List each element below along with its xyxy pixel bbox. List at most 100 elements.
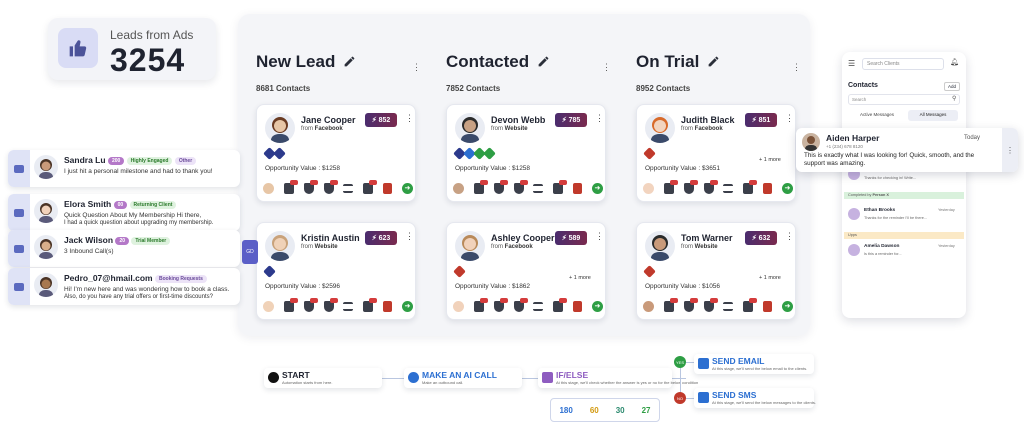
message-item[interactable]: Sandra Lu 200 Highly Engaged Other I jus…: [8, 150, 240, 187]
flow-node-ai-call[interactable]: MAKE AN AI CALL Make an outbound call.: [404, 368, 522, 388]
menu-icon[interactable]: ☰: [848, 59, 855, 68]
trash-icon[interactable]: [383, 300, 393, 312]
trash-icon[interactable]: [763, 182, 773, 194]
trash-icon[interactable]: [763, 300, 773, 312]
edit-icon[interactable]: [537, 53, 550, 73]
contact-name[interactable]: Judith Black: [681, 115, 735, 125]
note-icon[interactable]: [283, 179, 298, 194]
kebab-icon[interactable]: ⋮: [595, 113, 604, 124]
trash-icon[interactable]: [573, 300, 583, 312]
arrow-right-icon[interactable]: ➜: [591, 300, 603, 312]
column-title-new-lead[interactable]: New Lead: [256, 52, 356, 73]
shield-icon[interactable]: [323, 297, 338, 312]
phone-search-input[interactable]: Search Clients: [862, 58, 944, 70]
arrow-right-icon[interactable]: ➜: [591, 182, 603, 194]
arrow-right-icon[interactable]: ➜: [401, 182, 413, 194]
phone-conversation-item[interactable]: Ethan Brooks Yesterday Thanks for the re…: [842, 204, 966, 240]
column-menu-icon[interactable]: ⋮: [412, 62, 421, 73]
checklist-icon[interactable]: [723, 301, 734, 311]
contact-name[interactable]: Ashley Cooper: [491, 233, 555, 243]
contact-card[interactable]: Jane Cooper from Facebook ⚡︎ 852 ⋮ Opport…: [256, 104, 416, 202]
message-item[interactable]: Pedro_07@hmail.com Booking Requests Hi! …: [8, 268, 240, 305]
flow-node-start[interactable]: START Automation starts from here.: [264, 368, 382, 388]
more-tags-link[interactable]: + 1 more: [569, 275, 591, 281]
shield-icon[interactable]: [703, 179, 718, 194]
note-icon[interactable]: [473, 297, 488, 312]
contact-name[interactable]: Devon Webb: [491, 115, 545, 125]
more-tags-link[interactable]: + 1 more: [759, 157, 781, 163]
task-icon[interactable]: [683, 297, 698, 312]
contact-search-input[interactable]: Search: [848, 94, 960, 105]
phone-conversation-item[interactable]: Amelia Dawson Yesterday Is this a remind…: [842, 240, 966, 276]
note-icon[interactable]: [283, 297, 298, 312]
task-icon[interactable]: [493, 179, 508, 194]
tab-all-messages[interactable]: All Messages: [908, 110, 958, 121]
opportunity-value: Opportunity Value : $1258: [265, 165, 341, 172]
flow-node-send-sms[interactable]: SEND SMS At this stage, we'll send the b…: [694, 388, 816, 408]
avatar: [802, 133, 820, 151]
more-tags-link[interactable]: + 1 more: [759, 275, 781, 281]
bell-icon[interactable]: 🔔︎: [950, 58, 959, 66]
contact-card[interactable]: Judith Black from Facebook ⚡︎ 851 ⋮ + 1 m…: [636, 104, 796, 202]
note-icon[interactable]: [663, 179, 678, 194]
document-icon[interactable]: [743, 179, 758, 194]
trash-icon[interactable]: [383, 182, 393, 194]
shield-icon[interactable]: [513, 179, 528, 194]
task-icon[interactable]: [303, 297, 318, 312]
arrow-right-icon[interactable]: ➜: [781, 300, 793, 312]
chat-popup[interactable]: Aiden Harper +1 (234) 678 8120 Today Thi…: [796, 128, 1018, 172]
kebab-icon[interactable]: ⋮: [785, 231, 794, 242]
kebab-icon[interactable]: ⋮: [1002, 128, 1018, 172]
contact-name[interactable]: Tom Warner: [681, 233, 733, 243]
node-title: SEND SMS: [712, 390, 757, 400]
edit-icon[interactable]: [707, 53, 720, 73]
add-button[interactable]: Add: [944, 82, 961, 91]
task-icon[interactable]: [683, 179, 698, 194]
tab-active-messages[interactable]: Active Messages: [850, 112, 904, 117]
document-icon[interactable]: [553, 179, 568, 194]
checklist-icon[interactable]: [533, 183, 544, 193]
document-icon[interactable]: [363, 179, 378, 194]
contact-card[interactable]: Ashley Cooper from Facebook ⚡︎ 589 ⋮ + 1 …: [446, 222, 606, 320]
message-item[interactable]: Jack Wilson 20 Trial Member 3 Inbound Ca…: [8, 230, 240, 267]
message-item[interactable]: Elora Smith 00 Returning Client Quick Qu…: [8, 194, 240, 231]
kebab-icon[interactable]: ⋮: [785, 113, 794, 124]
contact-card[interactable]: Kristin Austin from Website ⚡︎ 623 ⋮ Oppo…: [256, 222, 416, 320]
contact-source: from Website: [681, 244, 718, 250]
score-badge: ⚡︎ 623: [365, 231, 397, 245]
column-title-on-trial[interactable]: On Trial: [636, 52, 720, 73]
contact-source: from Facebook: [681, 126, 723, 132]
checklist-icon[interactable]: [723, 183, 734, 193]
note-icon[interactable]: [473, 179, 488, 194]
task-icon[interactable]: [303, 179, 318, 194]
note-icon[interactable]: [663, 297, 678, 312]
contact-card[interactable]: Tom Warner from Website ⚡︎ 632 ⋮ + 1 more…: [636, 222, 796, 320]
shield-icon[interactable]: [703, 297, 718, 312]
arrow-right-icon[interactable]: ➜: [401, 300, 413, 312]
arrow-right-icon[interactable]: ➜: [781, 182, 793, 194]
column-menu-icon[interactable]: ⋮: [792, 62, 801, 73]
flow-node-if-else[interactable]: IF/ELSE At this stage, we'll check wheth…: [538, 368, 698, 388]
kebab-icon[interactable]: ⋮: [405, 113, 414, 124]
document-icon[interactable]: [743, 297, 758, 312]
kebab-icon[interactable]: ⋮: [595, 231, 604, 242]
column-title-contacted[interactable]: Contacted: [446, 52, 550, 73]
edit-icon[interactable]: [343, 53, 356, 73]
checklist-icon[interactable]: [533, 301, 544, 311]
column-menu-icon[interactable]: ⋮: [602, 62, 611, 73]
task-icon[interactable]: [493, 297, 508, 312]
trash-icon[interactable]: [573, 182, 583, 194]
contact-name[interactable]: Jane Cooper: [301, 115, 356, 125]
contact-card[interactable]: Devon Webb from Website ⚡︎ 785 ⋮ Opportun…: [446, 104, 606, 202]
avatar: [455, 113, 485, 143]
checklist-icon[interactable]: [343, 183, 354, 193]
document-icon[interactable]: [363, 297, 378, 312]
kebab-icon[interactable]: ⋮: [405, 231, 414, 242]
flow-node-send-email[interactable]: SEND EMAIL At this stage, we'll send the…: [694, 354, 814, 374]
checklist-icon[interactable]: [343, 301, 354, 311]
shield-icon[interactable]: [513, 297, 528, 312]
document-icon[interactable]: [553, 297, 568, 312]
column-count: 7852 Contacts: [446, 84, 501, 93]
contact-name[interactable]: Kristin Austin: [301, 233, 360, 243]
shield-icon[interactable]: [323, 179, 338, 194]
